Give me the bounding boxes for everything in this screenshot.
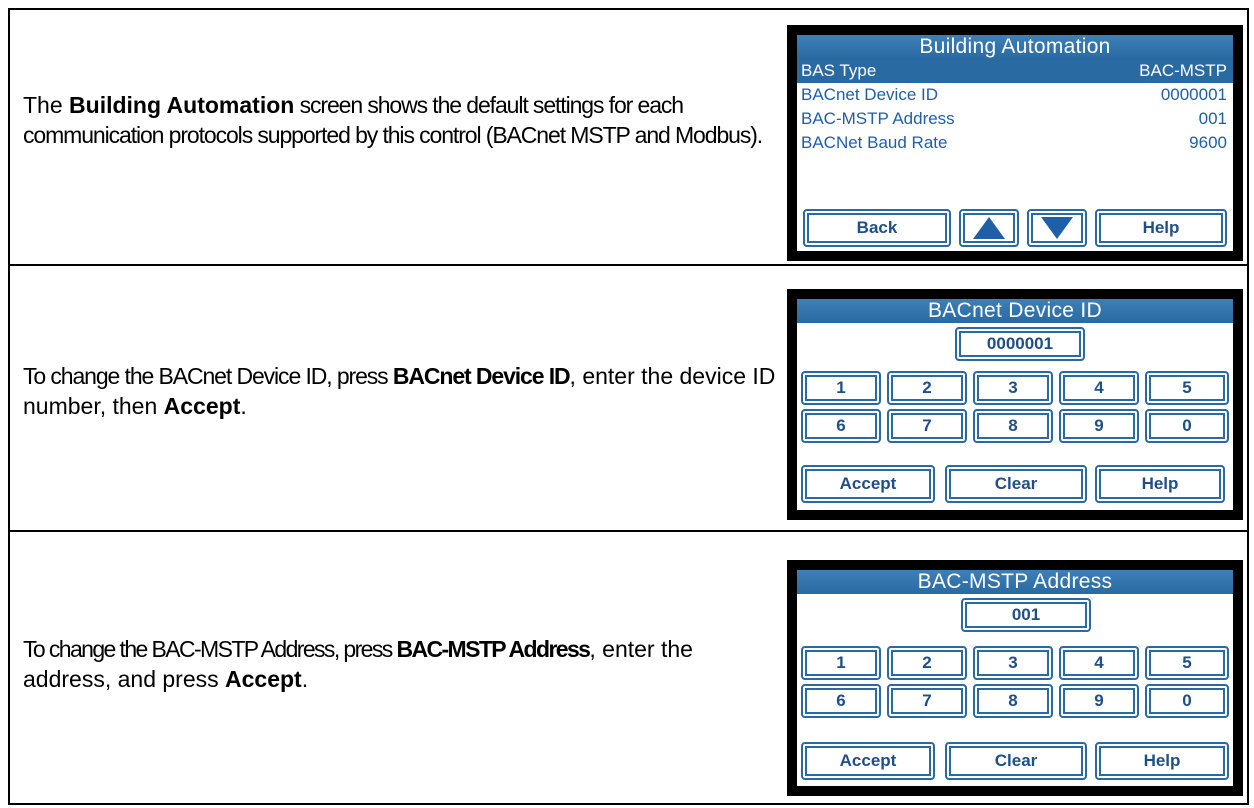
down-arrow-icon: [1041, 217, 1073, 239]
scroll-down-button[interactable]: [1027, 209, 1087, 247]
clear-button[interactable]: Clear: [945, 742, 1087, 780]
key-7[interactable]: 7: [887, 684, 967, 718]
row-description: The Building Automation screen shows the…: [23, 90, 783, 150]
instruction-table: The Building Automation screen shows the…: [8, 8, 1249, 805]
device-screen-building-automation: Building Automation BAS Type BAC-MSTP BA…: [787, 25, 1243, 261]
key-1[interactable]: 1: [801, 646, 881, 680]
key-3[interactable]: 3: [973, 646, 1053, 680]
table-row: To change the BAC-MSTP Address, press BA…: [10, 532, 1247, 805]
screen-title: BACnet Device ID: [797, 299, 1233, 323]
accept-button[interactable]: Accept: [801, 742, 935, 780]
key-0[interactable]: 0: [1145, 409, 1229, 443]
desc-bold-text: Accept: [163, 393, 241, 419]
desc-bold-text: Accept: [225, 666, 302, 692]
scroll-up-button[interactable]: [959, 209, 1019, 247]
key-9[interactable]: 9: [1059, 409, 1139, 443]
table-row: The Building Automation screen shows the…: [10, 10, 1247, 266]
help-button[interactable]: Help: [1095, 742, 1229, 780]
desc-text: .: [240, 393, 247, 419]
lcd-display: Building Automation BAS Type BAC-MSTP BA…: [797, 35, 1233, 251]
key-3[interactable]: 3: [973, 371, 1053, 405]
key-7[interactable]: 7: [887, 409, 967, 443]
accept-button[interactable]: Accept: [801, 465, 935, 503]
key-5[interactable]: 5: [1145, 646, 1229, 680]
entry-display: 0000001: [955, 327, 1085, 361]
desc-bold-text: BAC-MSTP Address: [396, 636, 591, 662]
setting-value: 0000001: [1160, 85, 1227, 104]
desc-text: The: [23, 92, 70, 118]
back-button[interactable]: Back: [803, 209, 951, 247]
setting-value: 9600: [1189, 133, 1227, 152]
lcd-display: BACnet Device ID 0000001 1 2 3 4 5 6 7 8…: [797, 299, 1233, 510]
key-2[interactable]: 2: [887, 371, 967, 405]
setting-row-bacnet-baud-rate[interactable]: BACNet Baud Rate 9600: [797, 131, 1233, 155]
row-description: To change the BAC-MSTP Address, press BA…: [23, 634, 783, 694]
setting-row-bac-mstp-address[interactable]: BAC-MSTP Address 001: [797, 107, 1233, 131]
device-screen-bacnet-device-id: BACnet Device ID 0000001 1 2 3 4 5 6 7 8…: [787, 289, 1243, 520]
setting-row-bas-type[interactable]: BAS Type BAC-MSTP: [797, 59, 1233, 83]
help-button[interactable]: Help: [1095, 209, 1227, 247]
setting-label: BAC-MSTP Address: [801, 109, 955, 128]
key-4[interactable]: 4: [1059, 371, 1139, 405]
key-0[interactable]: 0: [1145, 684, 1229, 718]
key-6[interactable]: 6: [801, 684, 881, 718]
desc-text: .: [301, 666, 309, 692]
key-4[interactable]: 4: [1059, 646, 1139, 680]
screen-title: BAC-MSTP Address: [797, 570, 1233, 594]
setting-label: BACnet Device ID: [801, 85, 938, 104]
help-button[interactable]: Help: [1095, 465, 1225, 503]
key-6[interactable]: 6: [801, 409, 881, 443]
screen-title: Building Automation: [797, 35, 1233, 59]
desc-text: To change the BACnet Device ID, press: [23, 363, 393, 389]
desc-bold-text: BACnet Device ID: [392, 363, 571, 389]
setting-label: BACNet Baud Rate: [801, 133, 948, 152]
entry-display: 001: [961, 598, 1091, 632]
key-9[interactable]: 9: [1059, 684, 1139, 718]
desc-text: To change the BAC-MSTP Address, press: [23, 636, 397, 662]
clear-button[interactable]: Clear: [945, 465, 1087, 503]
setting-row-bacnet-device-id[interactable]: BACnet Device ID 0000001: [797, 83, 1233, 107]
setting-value: BAC-MSTP: [1139, 61, 1227, 80]
setting-label: BAS Type: [801, 61, 877, 80]
lcd-display: BAC-MSTP Address 001 1 2 3 4 5 6 7 8 9 0…: [797, 570, 1233, 786]
key-1[interactable]: 1: [801, 371, 881, 405]
key-8[interactable]: 8: [973, 684, 1053, 718]
key-2[interactable]: 2: [887, 646, 967, 680]
desc-bold-text: Building Automation: [69, 92, 295, 118]
device-screen-bac-mstp-address: BAC-MSTP Address 001 1 2 3 4 5 6 7 8 9 0…: [787, 560, 1243, 796]
setting-value: 001: [1198, 109, 1227, 128]
up-arrow-icon: [973, 217, 1005, 239]
row-description: To change the BACnet Device ID, press BA…: [23, 361, 783, 421]
key-5[interactable]: 5: [1145, 371, 1229, 405]
table-row: To change the BACnet Device ID, press BA…: [10, 266, 1247, 532]
key-8[interactable]: 8: [973, 409, 1053, 443]
